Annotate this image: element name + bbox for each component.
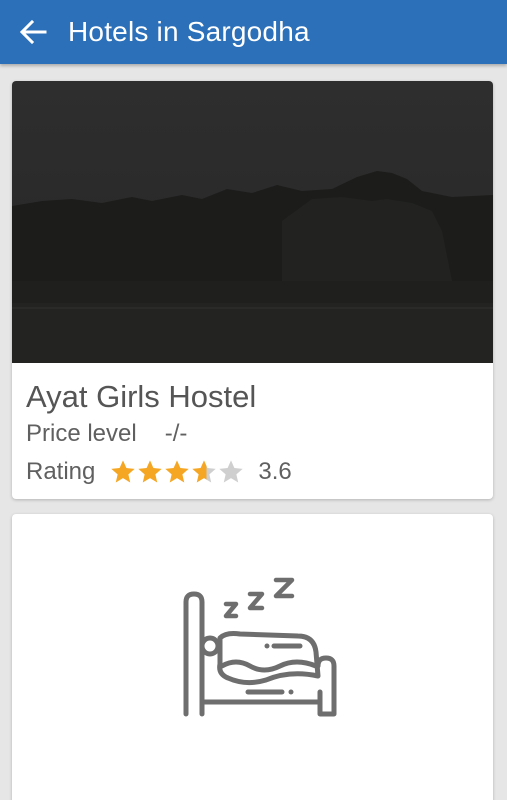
star-icon xyxy=(111,460,136,483)
star-icon xyxy=(138,460,163,483)
hotel-list[interactable]: Ayat Girls Hostel Price level -/- Rating… xyxy=(0,64,507,800)
price-label: Price level xyxy=(26,420,137,447)
rating-stars xyxy=(109,458,244,486)
star-icon xyxy=(219,460,244,483)
rating-label: Rating xyxy=(26,458,96,485)
hotel-photo xyxy=(12,81,493,363)
price-value: -/- xyxy=(164,420,188,447)
hotel-card[interactable] xyxy=(12,514,493,800)
hotel-name: Ayat Girls Hostel xyxy=(26,379,257,414)
hotel-card[interactable]: Ayat Girls Hostel Price level -/- Rating… xyxy=(12,81,493,499)
rating-value: 3.6 xyxy=(258,458,292,485)
price-row: Price level -/- xyxy=(26,419,479,449)
app-bar: Hotels in Sargodha xyxy=(0,0,507,64)
arrow-left-icon xyxy=(19,19,47,45)
sleeping-bed-icon xyxy=(183,577,337,717)
back-button[interactable] xyxy=(6,0,60,64)
star-icon xyxy=(165,460,190,483)
star-icon xyxy=(192,460,217,483)
page-title: Hotels in Sargodha xyxy=(68,16,310,47)
rating-row: Rating 3.6 xyxy=(26,457,479,487)
